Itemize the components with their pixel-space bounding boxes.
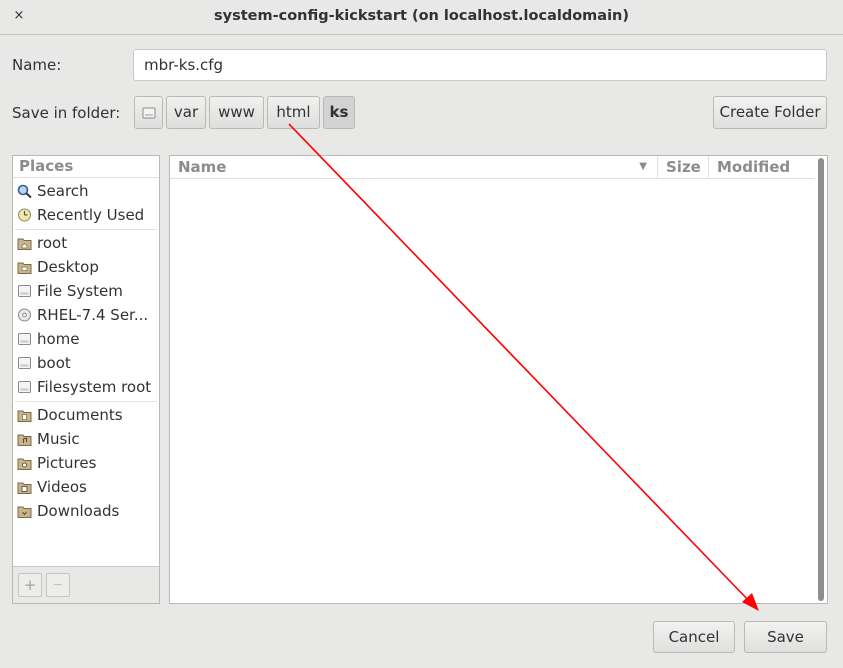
sort-descending-icon: ▼ — [639, 161, 647, 172]
path-crumb-www[interactable]: www — [209, 96, 264, 129]
places-item-label: Search — [37, 182, 89, 200]
places-header: Places — [13, 156, 159, 178]
places-item-label: File System — [37, 282, 123, 300]
places-item-documents[interactable]: Documents — [15, 403, 159, 427]
places-separator — [15, 401, 157, 402]
desktop-folder-icon — [17, 262, 32, 274]
places-item-label: Filesystem root — [37, 378, 152, 396]
places-item-label: Recently Used — [37, 206, 145, 224]
places-item-home[interactable]: home — [15, 327, 159, 351]
places-item-label: boot — [37, 354, 71, 372]
optical-disc-icon — [18, 308, 31, 322]
places-item-music[interactable]: Music — [15, 427, 159, 451]
cancel-button[interactable]: Cancel — [653, 621, 735, 653]
places-item-root[interactable]: root — [15, 231, 159, 255]
places-item-label: Music — [37, 430, 80, 448]
places-item-label: Desktop — [37, 258, 99, 276]
path-root-button[interactable] — [134, 96, 163, 129]
filename-input[interactable]: mbr-ks.cfg — [133, 49, 827, 81]
clock-icon — [18, 208, 31, 222]
places-item-label: Documents — [37, 406, 123, 424]
remove-bookmark-button[interactable]: — — [46, 573, 70, 597]
places-item-label: Videos — [37, 478, 87, 496]
file-list[interactable]: Name ▼ Size Modified — [169, 155, 828, 604]
name-label: Name: — [12, 56, 62, 74]
search-icon — [17, 184, 32, 198]
places-item-search[interactable]: Search — [15, 179, 159, 203]
column-header-name[interactable]: Name ▼ — [170, 156, 657, 179]
places-item-label: RHEL-7.4 Ser... — [37, 306, 149, 324]
drive-icon — [18, 285, 31, 297]
downloads-folder-icon — [17, 506, 32, 518]
places-item-boot[interactable]: boot — [15, 351, 159, 375]
path-crumb-html[interactable]: html — [267, 96, 320, 129]
places-item-pictures[interactable]: Pictures — [15, 451, 159, 475]
places-item-filesystem-root[interactable]: Filesystem root — [15, 375, 159, 399]
column-header-size[interactable]: Size — [658, 156, 708, 179]
videos-folder-icon — [17, 482, 32, 494]
places-item-videos[interactable]: Videos — [15, 475, 159, 499]
music-folder-icon — [17, 434, 32, 446]
places-item-downloads[interactable]: Downloads — [15, 499, 159, 523]
places-item-label: Downloads — [37, 502, 120, 520]
places-item-recently-used[interactable]: Recently Used — [15, 203, 159, 227]
column-name-label: Name — [178, 158, 227, 176]
create-folder-button[interactable]: Create Folder — [713, 96, 827, 129]
places-item-file-system[interactable]: File System — [15, 279, 159, 303]
drive-icon — [142, 107, 155, 119]
home-folder-icon — [17, 238, 32, 250]
places-item-desktop[interactable]: Desktop — [15, 255, 159, 279]
vertical-scrollbar[interactable] — [818, 158, 824, 601]
places-item-label: root — [37, 234, 68, 252]
path-crumb-var[interactable]: var — [166, 96, 206, 129]
column-header-modified[interactable]: Modified — [709, 156, 815, 179]
window-title: system-config-kickstart (on localhost.lo… — [214, 8, 629, 24]
places-item-label: home — [37, 330, 80, 348]
places-item-label: Pictures — [37, 454, 97, 472]
drive-icon — [18, 333, 31, 345]
save-in-folder-label: Save in folder: — [12, 104, 121, 122]
documents-folder-icon — [17, 410, 32, 422]
drive-icon — [18, 357, 31, 369]
path-crumb-ks[interactable]: ks — [323, 96, 355, 129]
places-footer: + — — [13, 566, 159, 603]
places-separator — [15, 229, 157, 230]
add-bookmark-button[interactable]: + — [18, 573, 42, 597]
places-item-rhel-disc[interactable]: RHEL-7.4 Ser... — [15, 303, 159, 327]
places-sidebar: Places Search Recently Used root Desktop — [12, 155, 160, 604]
save-button[interactable]: Save — [744, 621, 827, 653]
drive-icon — [18, 381, 31, 393]
title-bar: × system-config-kickstart (on localhost.… — [0, 0, 843, 35]
pictures-folder-icon — [17, 458, 32, 470]
